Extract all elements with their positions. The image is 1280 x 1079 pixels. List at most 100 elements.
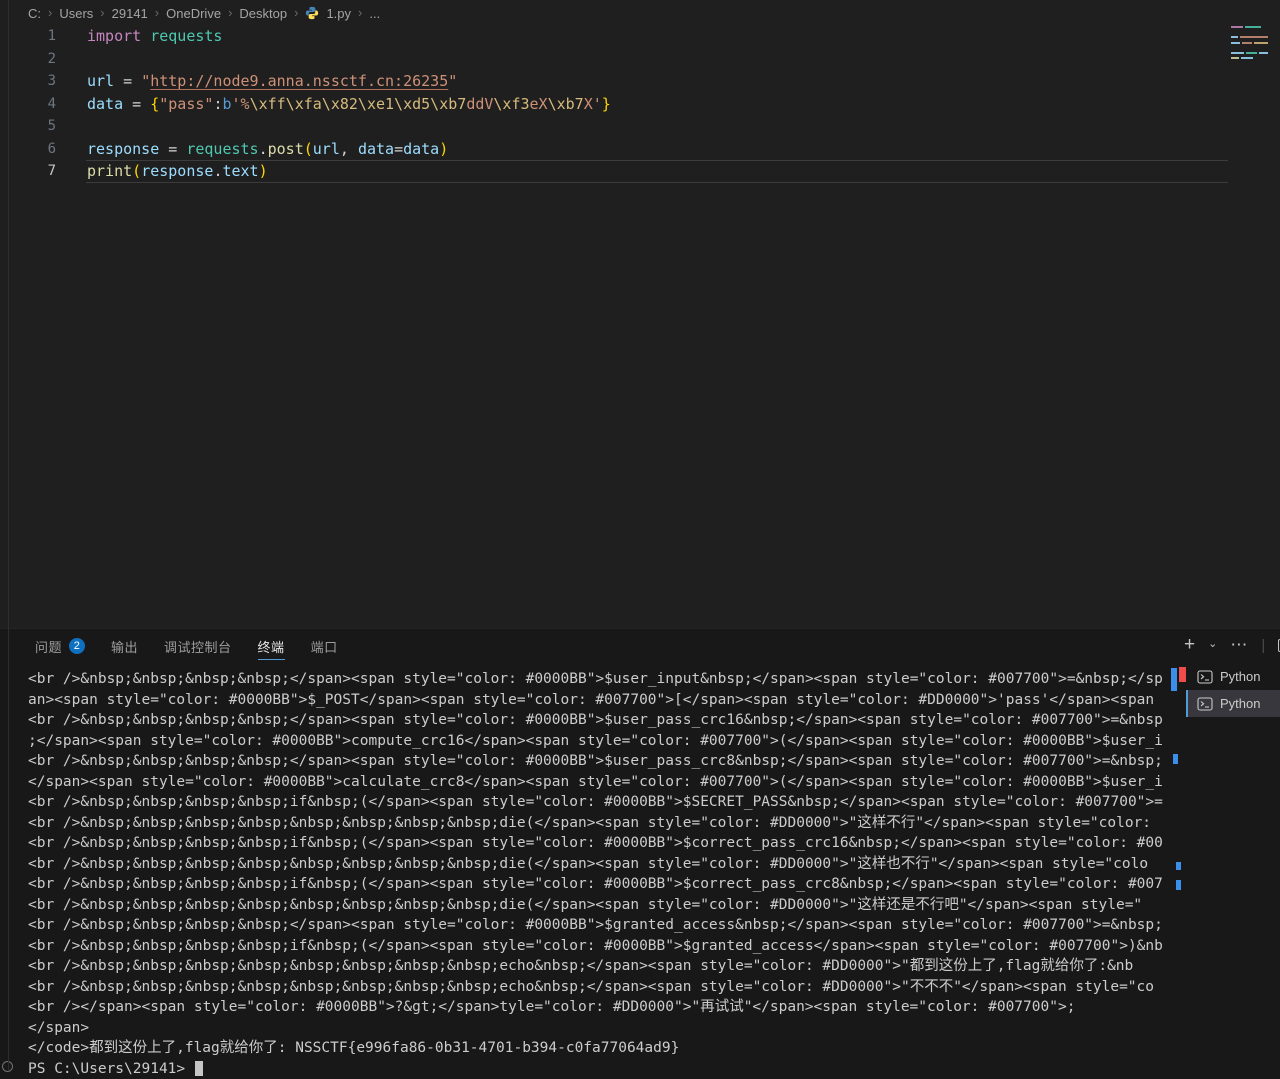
editor-pane[interactable]: C: › Users › 29141 › OneDrive › Desktop … (0, 0, 1280, 628)
code-line[interactable]: 7print(response.text) (0, 160, 1220, 183)
panel-actions: + ⌄ ⋯ | (1184, 631, 1280, 659)
panel-tab[interactable]: 端口 (311, 633, 338, 660)
code-line[interactable]: 6response = requests.post(url, data=data… (0, 138, 1220, 161)
scrollbar-command-decoration[interactable] (1173, 754, 1178, 764)
chevron-right-icon: › (100, 5, 104, 20)
code-token: requests (186, 140, 258, 158)
code-token: response (87, 140, 159, 158)
terminal-line: <br />&nbsp;&nbsp;&nbsp;&nbsp;</span><sp… (28, 915, 1168, 936)
breadcrumb-item-desktop[interactable]: Desktop (239, 6, 287, 21)
breadcrumb: C: › Users › 29141 › OneDrive › Desktop … (28, 3, 380, 23)
terminal-output[interactable]: <br />&nbsp;&nbsp;&nbsp;&nbsp;</span><sp… (28, 669, 1168, 1079)
window-left-edge (8, 0, 9, 1071)
panel-tab[interactable]: 终端 (258, 633, 285, 660)
breadcrumb-item-file[interactable]: 1.py (326, 6, 351, 21)
terminal-icon (1197, 697, 1213, 711)
code-token: \xff\xfa\x82\xe1\xd5\xb7 (250, 95, 467, 113)
terminal-line: </span><span style="color: #0000BB">calc… (28, 772, 1168, 793)
minimap[interactable] (1231, 26, 1273, 62)
panel-tab-label: 调试控制台 (164, 637, 232, 656)
code-area[interactable]: 1import requests23url = "http://node9.an… (0, 25, 1220, 183)
terminal-cursor (195, 1061, 203, 1076)
breadcrumb-item-drive[interactable]: C: (28, 6, 41, 21)
bottom-panel: 问题 2 输出 调试控制台 终端 端口 + ⌄ ⋯ | <br />&nbsp;&nbsp… (0, 628, 1280, 1071)
minimap-line (1231, 31, 1273, 33)
code-line[interactable]: 2 (0, 48, 1220, 71)
code-token: eX (530, 95, 548, 113)
code-token: http://node9.anna.nssctf.cn:26235 (150, 72, 448, 90)
breadcrumb-item-users[interactable]: Users (59, 6, 93, 21)
breadcrumb-item-symbol[interactable]: ... (369, 6, 380, 21)
code-token: url (87, 72, 114, 90)
code-text[interactable]: import requests (56, 25, 222, 48)
code-line[interactable]: 5 (0, 115, 1220, 138)
terminal-line: <br />&nbsp;&nbsp;&nbsp;&nbsp;&nbsp;&nbs… (28, 813, 1168, 834)
scrollbar-error-decoration[interactable] (1179, 667, 1186, 682)
terminal-line: <br />&nbsp;&nbsp;&nbsp;&nbsp;</span><sp… (28, 669, 1168, 690)
panel-tab[interactable]: 问题 2 (35, 633, 85, 660)
problems-count-badge: 2 (69, 638, 85, 654)
terminal-line: <br />&nbsp;&nbsp;&nbsp;&nbsp;if&nbsp;(<… (28, 874, 1168, 895)
code-text[interactable]: url = "http://node9.anna.nssctf.cn:26235… (56, 70, 457, 93)
breadcrumb-item-29141[interactable]: 29141 (112, 6, 148, 21)
scrollbar-command-decoration[interactable] (1171, 668, 1177, 691)
panel-tab-label: 终端 (258, 637, 285, 656)
minimap-line (1231, 47, 1273, 49)
code-token: ) (259, 162, 268, 180)
panel-tab[interactable]: 输出 (111, 633, 138, 660)
breadcrumb-item-onedrive[interactable]: OneDrive (166, 6, 221, 21)
actions-divider: | (1261, 637, 1265, 654)
scrollbar-command-decoration[interactable] (1176, 880, 1181, 890)
terminal-line: an><span style="color: #0000BB">$_POST</… (28, 690, 1168, 711)
terminal-line: <br /></span><span style="color: #0000BB… (28, 997, 1168, 1018)
terminal-line: </code>都到这份上了,flag就给你了: NSSCTF{e996fa86-… (28, 1038, 1168, 1059)
more-actions-button[interactable]: ⋯ (1230, 635, 1248, 655)
code-token: response (141, 162, 213, 180)
scrollbar-command-decoration[interactable] (1176, 862, 1181, 870)
panel-tab-label: 问题 (35, 637, 62, 656)
terminal-line: </span> (28, 1018, 1168, 1039)
code-text[interactable] (56, 48, 87, 71)
terminal-tab-label: Python (1220, 696, 1260, 711)
code-token: X' (584, 95, 602, 113)
terminal-line: <br />&nbsp;&nbsp;&nbsp;&nbsp;&nbsp;&nbs… (28, 854, 1168, 875)
terminal-line: PS C:\Users\29141> (28, 1059, 1168, 1079)
code-token: url (313, 140, 340, 158)
panel-tab[interactable]: 调试控制台 (164, 633, 232, 660)
minimap-line (1231, 57, 1273, 59)
code-text[interactable]: print(response.text) (56, 160, 268, 183)
code-line[interactable]: 3url = "http://node9.anna.nssctf.cn:2623… (0, 70, 1220, 93)
code-token: " (448, 72, 457, 90)
panel-tab-label: 端口 (311, 637, 338, 656)
code-token: print (87, 162, 132, 180)
code-line[interactable]: 4data = {"pass":b'%\xff\xfa\x82\xe1\xd5\… (0, 93, 1220, 116)
code-token: { (150, 95, 159, 113)
terminal-line: <br />&nbsp;&nbsp;&nbsp;&nbsp;&nbsp;&nbs… (28, 977, 1168, 998)
code-token: ) (439, 140, 448, 158)
code-token: requests (150, 27, 222, 45)
code-token: data (403, 140, 439, 158)
chevron-right-icon: › (294, 5, 298, 20)
terminal-icon (1197, 670, 1213, 684)
terminal-line: <br />&nbsp;&nbsp;&nbsp;&nbsp;</span><sp… (28, 710, 1168, 731)
code-token: \xf3 (493, 95, 529, 113)
terminal-tab-python[interactable]: Python (1186, 663, 1280, 690)
terminal-list: Python Python (1186, 663, 1280, 717)
code-token: data (87, 95, 123, 113)
code-text[interactable]: data = {"pass":b'%\xff\xfa\x82\xe1\xd5\x… (56, 93, 611, 116)
code-text[interactable]: response = requests.post(url, data=data) (56, 138, 448, 161)
panel-tabs: 问题 2 输出 调试控制台 终端 端口 (35, 633, 338, 659)
code-token: b (222, 95, 231, 113)
code-token: " (141, 72, 150, 90)
code-token: import (87, 27, 141, 45)
minimap-line (1231, 26, 1273, 28)
code-token: data (358, 140, 394, 158)
terminal-profile-dropdown-icon[interactable]: ⌄ (1208, 637, 1217, 650)
python-file-icon (305, 6, 319, 20)
code-text[interactable] (56, 115, 87, 138)
new-terminal-button[interactable]: + (1184, 634, 1195, 656)
panel-tab-label: 输出 (111, 637, 138, 656)
terminal-tab-python[interactable]: Python (1186, 690, 1280, 717)
terminal-tab-label: Python (1220, 669, 1260, 684)
code-line[interactable]: 1import requests (0, 25, 1220, 48)
